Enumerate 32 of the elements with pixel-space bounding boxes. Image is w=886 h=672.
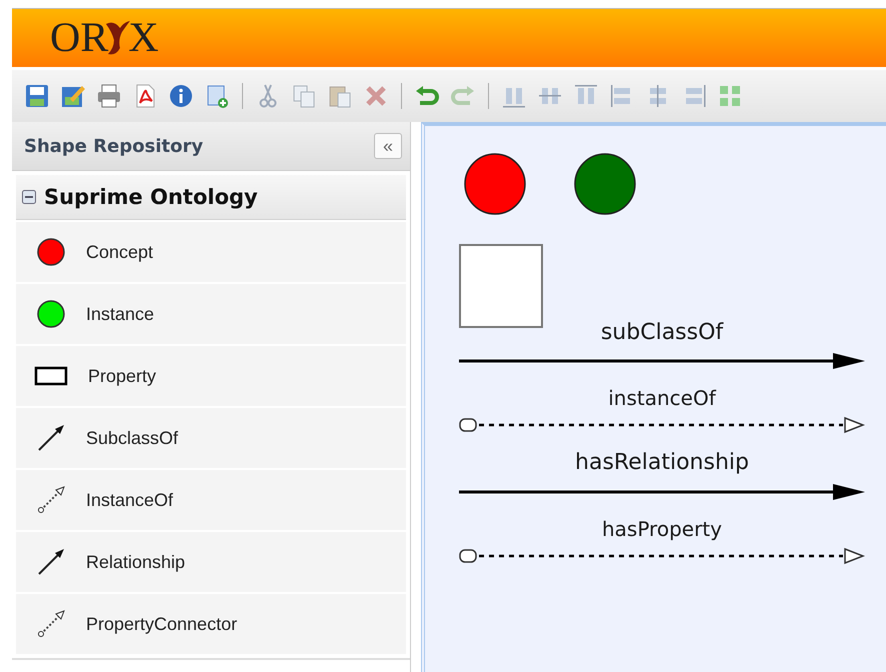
dotted-arrow-icon <box>36 485 66 515</box>
shape-label: Instance <box>86 304 154 324</box>
shape-label: SubclassOf <box>86 428 178 448</box>
panel-title: Shape Repository <box>24 136 204 156</box>
logo: OR X <box>50 17 159 59</box>
shape-item[interactable]: InstanceOf <box>16 470 406 530</box>
shape-label: Property <box>88 366 156 386</box>
shape-label: InstanceOf <box>86 490 174 510</box>
shape-item[interactable]: Concept <box>16 222 406 282</box>
rectangle-shape[interactable] <box>459 244 543 328</box>
shape-label: Relationship <box>86 552 186 572</box>
circle-shape[interactable] <box>463 152 527 216</box>
arrow-icon <box>36 547 66 577</box>
collapse-button[interactable]: « <box>374 133 402 159</box>
shape-item[interactable]: Instance <box>16 284 406 344</box>
circle-shape[interactable] <box>573 152 637 216</box>
dotted-arrow-icon <box>36 609 66 639</box>
rectangle-icon <box>34 365 68 387</box>
arrow-icon <box>36 423 66 453</box>
edge-label: subClassOf <box>600 320 724 346</box>
shape-item[interactable]: PropertyConnector <box>16 594 406 654</box>
group-title: Suprime Ontology <box>44 185 258 209</box>
shape-item[interactable]: Property <box>16 346 406 406</box>
edge-label: hasProperty <box>602 516 722 541</box>
shape-item[interactable]: Relationship <box>16 532 406 592</box>
shape-label: PropertyConnector <box>86 614 238 634</box>
shape-item[interactable]: SubclassOf <box>16 408 406 468</box>
minus-box-icon[interactable] <box>22 190 36 204</box>
edge-label: hasRelationship <box>575 450 749 477</box>
group-header[interactable]: Suprime Ontology <box>16 175 406 220</box>
edge-label: instanceOf <box>608 386 716 410</box>
shape-label: Concept <box>86 242 154 262</box>
